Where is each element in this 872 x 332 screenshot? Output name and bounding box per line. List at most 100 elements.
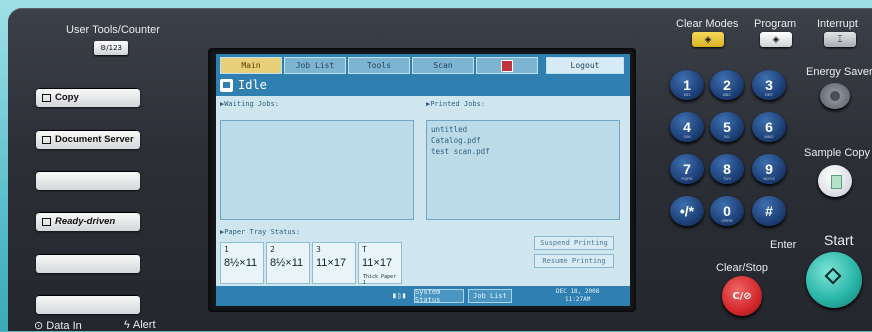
- tab-special[interactable]: [476, 57, 538, 74]
- key-sublabel: #01: [683, 92, 691, 97]
- date-text: DEC 18, 2008: [556, 288, 600, 295]
- user-tools-key[interactable]: ⚙/123: [94, 41, 128, 55]
- key-1[interactable]: 1 #01: [670, 70, 704, 100]
- key-7[interactable]: 7 PQRS: [670, 154, 704, 184]
- status-bar: Idle: [216, 76, 630, 96]
- function-key-blank-3[interactable]: [36, 295, 140, 314]
- key-label: #: [765, 203, 773, 219]
- document-server-key[interactable]: Document Server: [36, 130, 140, 149]
- user-tools-label: User Tools/Counter: [66, 24, 160, 36]
- clear-stop-icon: C/⊘: [732, 290, 752, 302]
- job-list-button[interactable]: Job List: [468, 289, 512, 303]
- list-item[interactable]: test scan.pdf: [431, 147, 490, 156]
- enter-label: Enter: [770, 239, 797, 251]
- printer-scanner-icon: [42, 217, 51, 226]
- interrupt-button[interactable]: ⌶: [824, 32, 856, 47]
- printed-jobs-list[interactable]: untitled Catalog.pdf test scan.pdf: [426, 120, 620, 220]
- waiting-jobs-label: ▶Waiting Jobs:: [220, 100, 280, 108]
- paper-tray-2: 2 8½×11: [266, 242, 310, 284]
- sample-copy-button[interactable]: [818, 165, 852, 197]
- key-sublabel: TUV: [723, 176, 731, 181]
- sample-copy-label: Sample Copy: [804, 147, 871, 159]
- list-item[interactable]: Catalog.pdf: [431, 136, 481, 145]
- tray-paper-size: 11×17: [362, 257, 393, 269]
- key-label: 1: [683, 77, 691, 93]
- tray-number: 1: [224, 245, 229, 254]
- alert-label: Alert: [132, 319, 156, 331]
- printer-key[interactable]: Ready-driven: [36, 212, 140, 231]
- document-icon: [220, 79, 233, 92]
- function-key-blank-1[interactable]: [36, 171, 140, 190]
- tray-paper-size: 11×17: [316, 257, 347, 269]
- energy-saver-icon: [830, 91, 840, 101]
- machine-status: Idle: [238, 78, 267, 92]
- waiting-jobs-list[interactable]: [220, 120, 414, 220]
- key-label: 7: [683, 161, 691, 177]
- list-item[interactable]: untitled: [431, 125, 467, 134]
- key-6[interactable]: 6 MNO: [752, 112, 786, 142]
- interrupt-label: Interrupt: [817, 18, 858, 30]
- key-label: 9: [765, 161, 773, 177]
- printed-jobs-label: ▶Printed Jobs:: [426, 100, 486, 108]
- program-button[interactable]: ◈: [760, 32, 792, 47]
- copy-key-label: Copy: [55, 92, 79, 103]
- sample-copy-icon: [831, 175, 842, 189]
- tab-scan[interactable]: Scan: [412, 57, 474, 74]
- screen-bottom-bar: ▮▯▮ System Status Job List DEC 18, 2008 …: [216, 286, 630, 306]
- clear-modes-button[interactable]: ◈: [692, 32, 724, 47]
- copy-key[interactable]: Copy: [36, 88, 140, 107]
- clear-modes-icon: ◈: [704, 34, 712, 45]
- key-label: 6: [765, 119, 773, 135]
- key-0[interactable]: 0 OPER: [710, 196, 744, 226]
- tab-tools[interactable]: Tools: [348, 57, 410, 74]
- tray-paper-note: Thick Paper 1: [363, 274, 397, 286]
- key-3[interactable]: 3 DEF: [752, 70, 786, 100]
- key-sublabel: PQRS: [681, 176, 693, 181]
- key-star[interactable]: •/*: [670, 196, 704, 226]
- clear-stop-label: Clear/Stop: [716, 262, 768, 274]
- interrupt-icon: ⌶: [837, 34, 843, 45]
- key-4[interactable]: 4 GHI: [670, 112, 704, 142]
- key-label: 3: [765, 77, 773, 93]
- resume-printing-button[interactable]: Resume Printing: [534, 254, 614, 268]
- key-sublabel: DEF: [765, 92, 773, 97]
- start-icon: [824, 267, 842, 285]
- user-tools-icon: ⚙/123: [100, 44, 122, 52]
- key-sublabel: ABC: [722, 92, 732, 97]
- key-sublabel: GHI: [683, 134, 691, 139]
- key-5[interactable]: 5 JKL: [710, 112, 744, 142]
- function-key-blank-2[interactable]: [36, 254, 140, 273]
- energy-saver-button[interactable]: [820, 83, 850, 109]
- energy-saver-label: Energy Saver: [806, 66, 872, 78]
- key-hash[interactable]: #: [752, 196, 786, 226]
- paper-tray-bypass: T 11×17 Thick Paper 1: [358, 242, 402, 286]
- data-in-label: Data In: [46, 320, 82, 332]
- suspend-printing-button[interactable]: Suspend Printing: [534, 236, 614, 250]
- system-status-button[interactable]: System Status: [414, 288, 464, 304]
- time-text: 11:27AM: [565, 296, 591, 303]
- start-button[interactable]: [806, 252, 862, 308]
- lcd-screen: Main Job List Tools Scan Logout Idle ▶Wa…: [216, 54, 630, 306]
- paper-tray-label: ▶Paper Tray Status:: [220, 228, 301, 236]
- tab-main[interactable]: Main: [220, 57, 282, 74]
- data-in-indicator: ⊙ Data In: [34, 319, 82, 332]
- key-sublabel: JKL: [723, 134, 731, 139]
- clear-stop-button[interactable]: C/⊘: [722, 276, 762, 316]
- special-tab-icon: [501, 59, 513, 72]
- copy-icon: [42, 93, 51, 102]
- key-sublabel: OPER: [721, 218, 733, 223]
- signal-icon: ▮▯▮: [392, 291, 407, 300]
- program-label: Program: [754, 18, 797, 30]
- key-8[interactable]: 8 TUV: [710, 154, 744, 184]
- tray-paper-size: 8½×11: [224, 257, 258, 269]
- tab-job-list[interactable]: Job List: [284, 57, 346, 74]
- screen-tab-bar: Main Job List Tools Scan Logout: [216, 54, 630, 76]
- start-label: Start: [824, 232, 854, 248]
- key-label: •/*: [679, 203, 695, 219]
- key-9[interactable]: 9 WXYZ: [752, 154, 786, 184]
- document-server-key-label: Document Server: [55, 134, 134, 145]
- key-2[interactable]: 2 ABC: [710, 70, 744, 100]
- tray-number: 3: [316, 245, 321, 254]
- logout-button[interactable]: Logout: [546, 57, 624, 74]
- key-label: 2: [723, 77, 731, 93]
